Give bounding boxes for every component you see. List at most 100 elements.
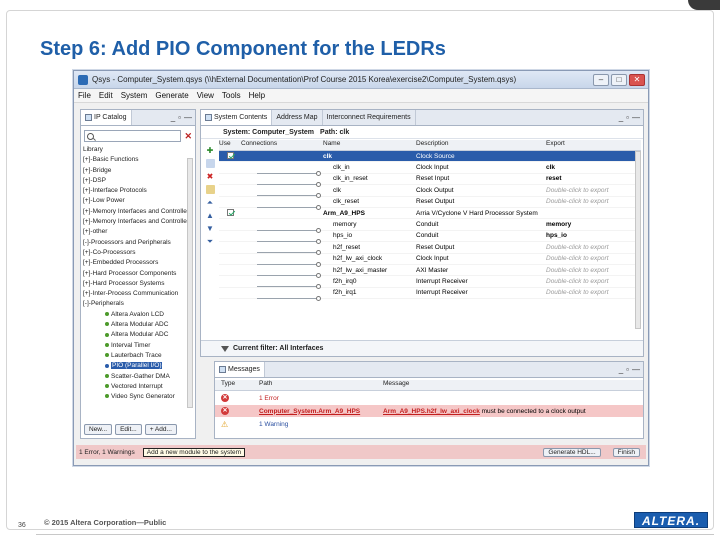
col-path[interactable]: Path xyxy=(259,380,383,390)
table-row[interactable]: hps_io Conduit hps_io xyxy=(219,231,641,244)
export-cell[interactable]: Double-click to export xyxy=(546,278,641,285)
add-icon[interactable]: ✚ xyxy=(206,146,215,155)
export-cell[interactable]: Double-click to export xyxy=(546,267,641,274)
connection-point-icon[interactable] xyxy=(316,261,321,267)
message-row-error[interactable]: ✕ Computer_System.Arm_A9_HPS Arm_A9_HPS.… xyxy=(215,405,643,417)
panel-float-icon[interactable]: ▫ xyxy=(626,113,629,122)
export-cell[interactable]: Double-click to export xyxy=(546,244,641,251)
export-cell[interactable]: hps_io xyxy=(546,232,641,239)
tree-item[interactable]: Altera Modular ADC xyxy=(83,330,195,340)
table-row[interactable]: f2h_irq1 Interrupt Receiver Double-click t… xyxy=(219,288,641,301)
tree-item[interactable]: [+]-Interface Protocols xyxy=(83,186,195,196)
tree-item[interactable]: Library xyxy=(83,145,195,155)
message-row-warning[interactable]: ⚠ 1 Warning xyxy=(215,418,643,430)
export-cell[interactable]: reset xyxy=(546,175,641,182)
panel-float-icon[interactable]: ▫ xyxy=(626,365,629,374)
panel-minimize-icon[interactable]: _ xyxy=(619,365,623,374)
tree-item[interactable]: [+]-DSP xyxy=(83,176,195,186)
col-connections[interactable]: Connections xyxy=(241,140,323,150)
maximize-button[interactable]: □ xyxy=(611,73,627,86)
col-type[interactable]: Type xyxy=(215,380,259,390)
connection-point-icon[interactable] xyxy=(316,227,321,233)
export-cell[interactable]: clk xyxy=(546,164,641,171)
tree-item[interactable]: [+]-Memory Interfaces and Controllers xyxy=(83,217,195,227)
tree-item[interactable]: Lauterbach Trace xyxy=(83,351,195,361)
table-row[interactable]: h2f_reset Reset Output Double-click to exp… xyxy=(219,242,641,256)
connection-point-icon[interactable] xyxy=(316,170,321,176)
tree-item[interactable]: [-]-Peripherals xyxy=(83,299,195,309)
menu-edit[interactable]: Edit xyxy=(99,91,113,100)
tree-item[interactable]: Video Sync Generator xyxy=(83,392,195,402)
export-cell[interactable]: memory xyxy=(546,221,641,228)
table-row[interactable]: clk_in_reset Reset Input reset xyxy=(219,174,641,187)
tree-item[interactable]: [+]-Basic Functions xyxy=(83,155,195,165)
use-checkbox[interactable] xyxy=(227,208,234,216)
table-row[interactable]: Arm_A9_HPS Arria V/Cyclone V Hard Process… xyxy=(219,208,641,220)
remove-icon[interactable]: ✖ xyxy=(206,172,215,181)
connection-point-icon[interactable] xyxy=(316,181,321,187)
connection-point-icon[interactable] xyxy=(316,204,321,210)
tab-messages[interactable]: Messages xyxy=(215,362,265,377)
message-row-error-summary[interactable]: ✕ 1 Error xyxy=(215,392,643,404)
system-grid-scrollbar[interactable] xyxy=(635,151,641,329)
use-checkbox[interactable] xyxy=(227,151,234,159)
export-cell[interactable]: Double-click to export xyxy=(546,198,641,205)
col-use[interactable]: Use xyxy=(219,140,241,150)
menu-view[interactable]: View xyxy=(197,91,214,100)
table-row[interactable]: clk_reset Reset Output Double-click to exp… xyxy=(219,197,641,210)
tree-item[interactable]: [+]-Hard Processor Systems xyxy=(83,279,195,289)
col-name[interactable]: Name xyxy=(323,140,416,150)
tree-item[interactable]: [+]-Embedded Processors xyxy=(83,258,195,268)
col-export[interactable]: Export xyxy=(546,140,641,150)
tree-item[interactable]: [+]-Memory Interfaces and Controllers xyxy=(83,207,195,217)
panel-float-icon[interactable]: ▫ xyxy=(178,113,181,122)
tree-item[interactable]: Altera Avalon LCD xyxy=(83,310,195,320)
filter-icon[interactable] xyxy=(221,345,229,352)
generate-hdl-button[interactable]: Generate HDL... xyxy=(543,447,601,457)
table-row[interactable]: clk_in Clock Input clk xyxy=(219,162,641,176)
edit-icon[interactable] xyxy=(205,185,215,194)
connection-point-icon[interactable] xyxy=(316,238,321,244)
export-cell[interactable]: Double-click to export xyxy=(546,255,641,262)
ip-search-input[interactable] xyxy=(84,130,182,142)
tree-item[interactable]: [+]-Bridge xyxy=(83,166,195,176)
ip-catalog-scrollbar[interactable] xyxy=(187,158,193,408)
panel-minimize-icon[interactable]: _ xyxy=(619,113,623,122)
table-row[interactable]: h2f_lw_axi_clock Clock Input Double-click … xyxy=(219,254,641,267)
new-component-button[interactable]: New... xyxy=(84,424,113,435)
menu-generate[interactable]: Generate xyxy=(155,91,188,100)
table-row[interactable]: clk Clock Source xyxy=(219,151,641,163)
menu-tools[interactable]: Tools xyxy=(222,91,241,100)
panel-maximize-icon[interactable]: — xyxy=(184,113,192,122)
col-message[interactable]: Message xyxy=(383,380,643,390)
close-window-button[interactable]: ✕ xyxy=(629,73,645,86)
menu-help[interactable]: Help xyxy=(249,91,265,100)
menu-file[interactable]: File xyxy=(78,91,91,100)
table-row[interactable]: h2f_lw_axi_master AXI Master Double-click … xyxy=(219,265,641,279)
tree-item[interactable]: [+]-other xyxy=(83,227,195,237)
export-cell[interactable]: Double-click to export xyxy=(546,187,641,194)
tab-system-contents[interactable]: System Contents xyxy=(201,110,273,125)
clear-search-icon[interactable]: ✕ xyxy=(184,131,192,142)
tree-item[interactable]: [+]-Inter-Process Communication xyxy=(83,289,195,299)
tree-item[interactable]: [+]-Low Power xyxy=(83,196,195,206)
minimize-button[interactable]: – xyxy=(593,73,609,86)
panel-maximize-icon[interactable]: — xyxy=(632,113,640,122)
tree-item[interactable]: Interval Timer xyxy=(83,341,195,351)
connection-point-icon[interactable] xyxy=(316,295,321,301)
tree-item[interactable]: [-]-Processors and Peripherals xyxy=(83,238,195,248)
move-up-icon[interactable]: ▲ xyxy=(206,211,215,220)
tree-item[interactable]: Altera Modular ADC xyxy=(83,320,195,330)
tab-ip-catalog[interactable]: IP Catalog xyxy=(81,110,132,125)
move-bottom-icon[interactable]: ⏷ xyxy=(206,237,215,246)
table-row[interactable]: memory Conduit memory xyxy=(219,219,641,233)
move-top-icon[interactable]: ⏶ xyxy=(206,198,215,207)
tree-item[interactable]: [+]-Co-Processors xyxy=(83,248,195,258)
tab-interconnect-requirements[interactable]: Interconnect Requirements xyxy=(323,110,416,125)
edit-component-button[interactable]: Edit... xyxy=(115,424,142,435)
col-description[interactable]: Description xyxy=(416,140,546,150)
panel-maximize-icon[interactable]: — xyxy=(632,365,640,374)
tree-item[interactable]: PIO (Parallel I/O) xyxy=(83,361,195,371)
menu-system[interactable]: System xyxy=(121,91,148,100)
move-down-icon[interactable]: ▼ xyxy=(206,224,215,233)
